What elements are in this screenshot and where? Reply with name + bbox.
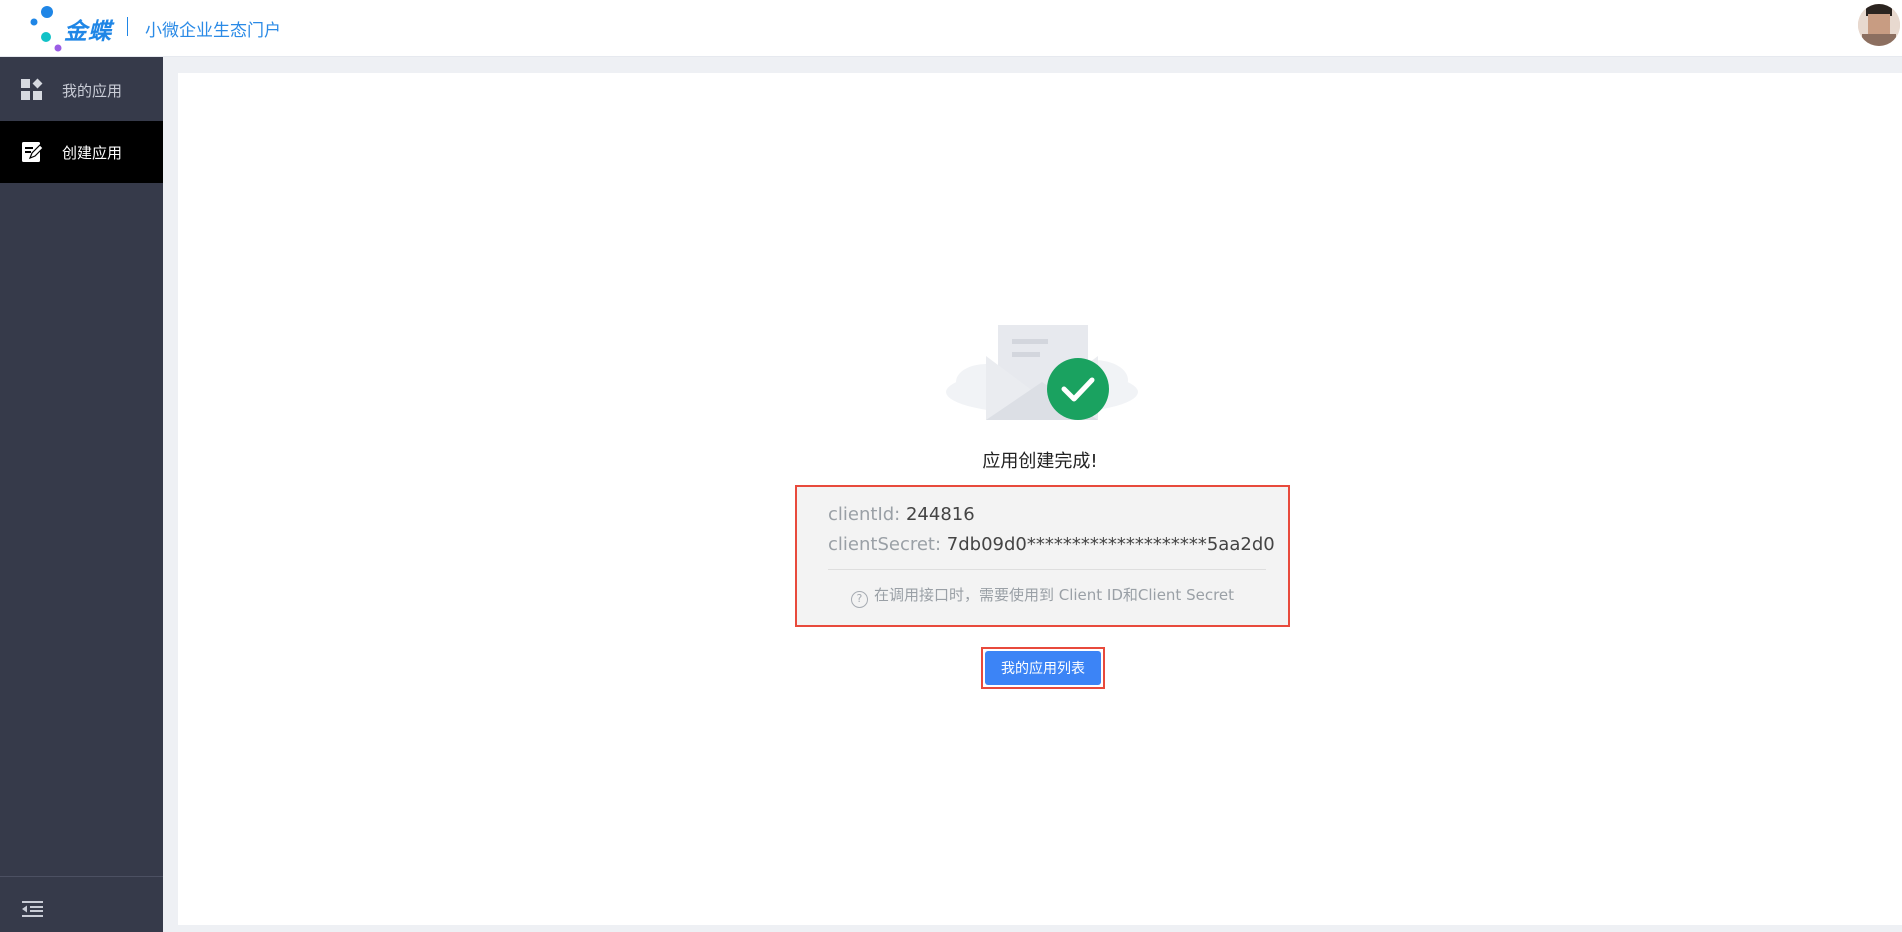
client-secret-row: clientSecret: 7db09d0*******************…	[828, 534, 1275, 555]
client-secret-label: clientSecret:	[828, 534, 947, 555]
client-id-row: clientId: 244816	[828, 504, 975, 525]
edit-note-icon	[22, 142, 44, 162]
collapse-menu-icon[interactable]	[20, 899, 44, 919]
sidebar-footer	[0, 876, 163, 932]
top-header: 金蝶 小微企业生态门户	[0, 0, 1902, 57]
grid-apps-icon	[21, 78, 43, 100]
credential-panel: clientId: 244816 clientSecret: 7db09d0**…	[795, 485, 1290, 627]
sidebar-item-create-app[interactable]: 创建应用	[0, 121, 163, 183]
kingdee-logo-icon	[30, 6, 62, 52]
sidebar: 我的应用 创建应用	[0, 57, 163, 932]
question-circle-icon: ?	[850, 591, 868, 608]
usage-hint-text: 在调用接口时，需要使用到 Client ID和Client Secret	[873, 586, 1235, 604]
usage-hint: ? 在调用接口时，需要使用到 Client ID和Client Secret	[797, 584, 1288, 608]
user-avatar[interactable]	[1858, 4, 1900, 46]
client-id-value: 244816	[905, 504, 975, 525]
avatar-icon	[1858, 4, 1900, 46]
success-title: 应用创建完成!	[982, 451, 1098, 472]
my-app-list-button[interactable]: 我的应用列表	[985, 651, 1101, 685]
button-highlight-frame: 我的应用列表	[981, 647, 1105, 689]
client-id-label: clientId:	[828, 504, 906, 525]
client-secret-value: 7db09d0********************5aa2d0	[946, 534, 1275, 555]
brand-divider	[127, 17, 128, 36]
sidebar-item-my-apps[interactable]: 我的应用	[0, 59, 163, 121]
sidebar-item-label: 我的应用	[62, 82, 123, 100]
sidebar-item-label: 创建应用	[62, 144, 123, 162]
credential-divider	[828, 569, 1266, 570]
main-content: 应用创建完成! clientId: 244816 clientSecret: 7…	[178, 73, 1902, 925]
brand-name: 金蝶	[64, 19, 112, 45]
success-envelope-icon	[946, 325, 1138, 420]
portal-name: 小微企业生态门户	[145, 21, 281, 41]
